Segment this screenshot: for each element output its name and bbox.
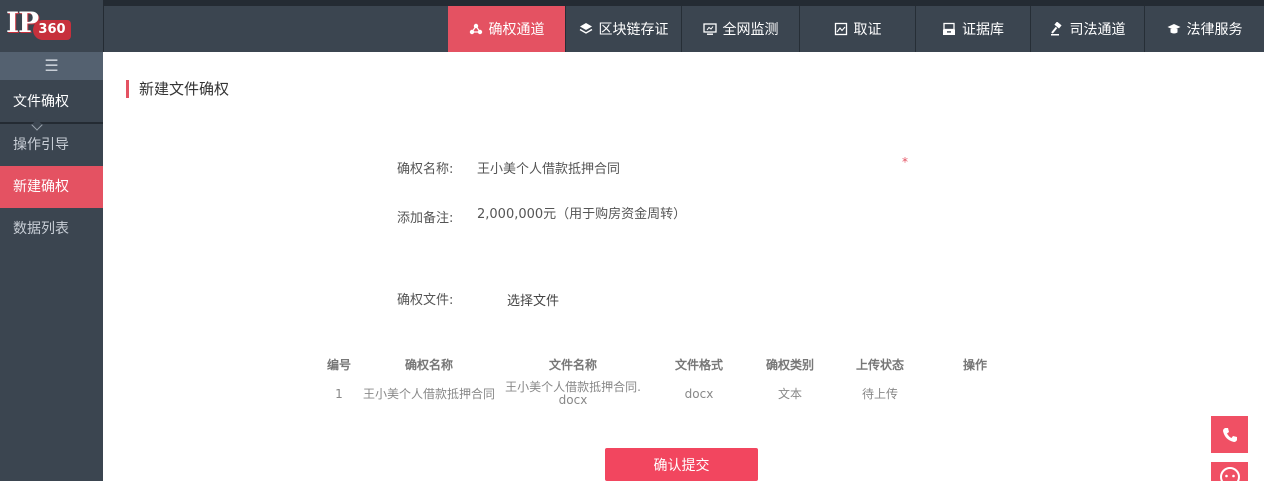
sidebar-item-new-ownership[interactable]: 新建确权 <box>0 166 103 208</box>
cell-upload-status: 待上传 <box>861 386 898 401</box>
logo-divider <box>103 0 104 52</box>
nav-label: 确权通道 <box>488 22 545 38</box>
sidebar-toggle-button[interactable]: ☰ <box>0 52 103 80</box>
table-header-row: 编号 确权名称 文件名称 文件格式 确权类别 上传状态 操作 <box>318 352 1020 376</box>
logo[interactable]: IP 360 <box>0 0 103 52</box>
sidebar: ☰ 文件确权 操作引导 新建确权 数据列表 <box>0 52 103 481</box>
contact-phone-button[interactable] <box>1211 416 1248 453</box>
ownership-name-input[interactable]: 王小美个人借款抵押合同 <box>477 158 620 177</box>
nav-label: 区块链存证 <box>598 22 669 38</box>
cell-number: 1 <box>335 386 343 401</box>
column-header-ownership-name: 确权名称 <box>404 357 453 372</box>
chat-icon <box>1219 467 1240 481</box>
column-header-file-name: 文件名称 <box>548 357 597 372</box>
nav-item-evidence-library[interactable]: 证据库 <box>915 6 1030 52</box>
column-header-file-format: 文件格式 <box>674 357 723 372</box>
graduation-cap-icon <box>1167 24 1180 34</box>
logo-360-text: 360 <box>33 20 71 40</box>
ownership-name-label: 确权名称: <box>397 162 454 177</box>
file-table: 编号 确权名称 文件名称 文件格式 确权类别 上传状态 操作 1 王小美个人借款… <box>318 352 1020 412</box>
badge-icon <box>469 23 482 35</box>
nav-label: 司法通道 <box>1069 22 1126 38</box>
column-header-ownership-type: 确权类别 <box>765 357 814 372</box>
nav-label: 证据库 <box>962 22 1004 38</box>
column-header-actions: 操作 <box>962 357 987 372</box>
column-header-upload-status: 上传状态 <box>855 357 904 372</box>
cell-file-format: docx <box>684 386 714 401</box>
logo-mark: IP 360 <box>6 8 71 40</box>
layers-icon <box>579 23 592 34</box>
submit-button[interactable]: 确认提交 <box>605 448 758 481</box>
archive-icon <box>943 22 955 35</box>
cell-actions[interactable] <box>930 376 1020 412</box>
image-icon <box>834 22 847 36</box>
top-bar: IP 360 确权通道 区块链存证 全网监测 取证 证据库 司法通道 法律服务 <box>0 0 1264 52</box>
cell-ownership-type: 文本 <box>777 386 802 401</box>
gavel-icon <box>1050 22 1062 36</box>
nav-label: 法律服务 <box>1186 22 1243 38</box>
nav-item-legal-service[interactable]: 法律服务 <box>1144 6 1264 52</box>
sidebar-section-label: 文件确权 <box>13 94 69 110</box>
sidebar-item-data-list[interactable]: 数据列表 <box>0 208 103 250</box>
remark-textarea[interactable]: 2,000,000元（用于购房资金周转） <box>477 203 686 222</box>
nav-label: 全网监测 <box>722 22 779 38</box>
cell-file-name: 王小美个人借款抵押合同.docx <box>505 380 641 407</box>
nav-item-blockchain[interactable]: 区块链存证 <box>565 6 681 52</box>
table-row: 1 王小美个人借款抵押合同 王小美个人借款抵押合同.docx docx 文本 待… <box>318 376 1020 412</box>
ownership-file-label: 确权文件: <box>397 293 454 308</box>
nav-item-judicial[interactable]: 司法通道 <box>1030 6 1144 52</box>
chat-button[interactable] <box>1211 462 1248 481</box>
cell-ownership-name: 王小美个人借款抵押合同 <box>362 386 495 401</box>
sidebar-item-guide[interactable]: 操作引导 <box>0 124 103 166</box>
nav-label: 取证 <box>853 22 882 38</box>
phone-icon <box>1222 427 1237 442</box>
main-nav: 确权通道 区块链存证 全网监测 取证 证据库 司法通道 法律服务 <box>448 6 1264 52</box>
nav-item-monitoring[interactable]: 全网监测 <box>681 6 799 52</box>
nav-item-ownership-channel[interactable]: 确权通道 <box>448 6 565 52</box>
monitor-icon <box>702 23 717 35</box>
choose-file-button[interactable]: 选择文件 <box>507 290 559 309</box>
page-title: 新建文件确权 <box>126 80 229 98</box>
sidebar-section-title[interactable]: 文件确权 <box>0 80 103 131</box>
column-header-number: 编号 <box>326 357 351 372</box>
required-mark: * <box>902 155 908 169</box>
remark-label: 添加备注: <box>397 211 454 226</box>
menu-icon: ☰ <box>44 56 59 75</box>
nav-item-evidence[interactable]: 取证 <box>799 6 915 52</box>
